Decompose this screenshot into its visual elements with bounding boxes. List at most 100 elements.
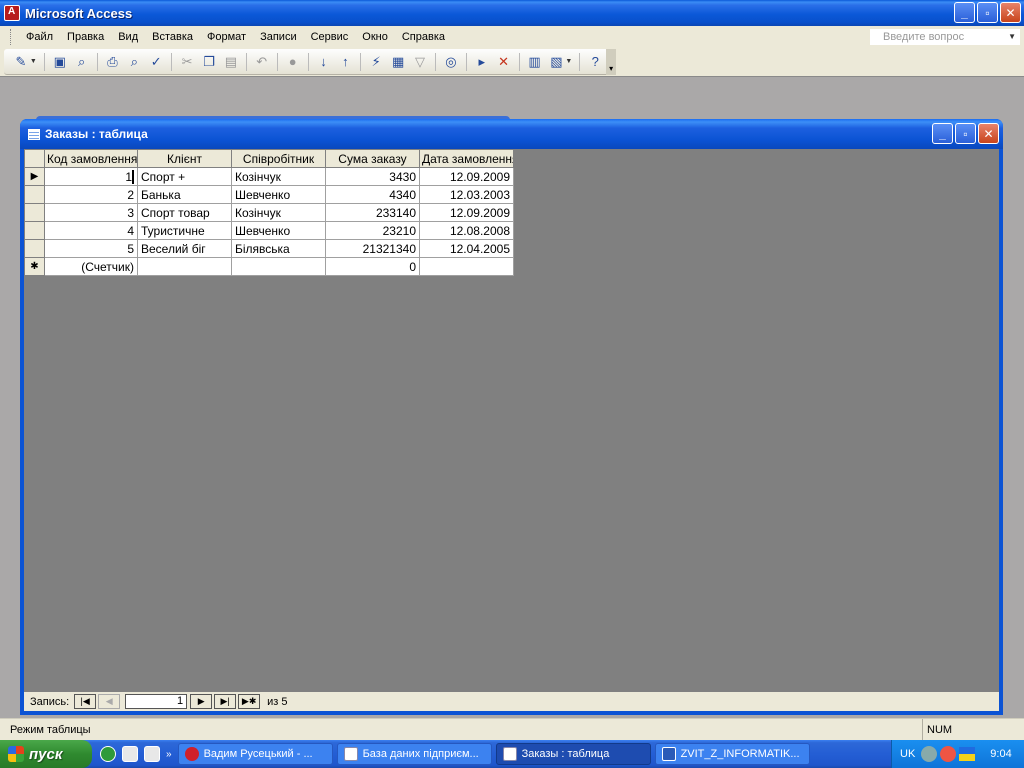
cell-employee[interactable]: Шевченко [231, 221, 326, 240]
app-close-button[interactable]: ✕ [1000, 2, 1021, 23]
menu-insert[interactable]: Вставка [145, 31, 200, 43]
previous-record-button[interactable]: ◀ [98, 694, 121, 709]
record-selector[interactable] [24, 221, 45, 240]
cell-employee[interactable]: Білявська [231, 239, 326, 258]
column-header-client[interactable]: Клієнт [137, 149, 232, 168]
next-record-button[interactable]: ▶ [190, 694, 213, 709]
help-icon[interactable]: ? [585, 52, 605, 72]
cell-employee[interactable]: Шевченко [231, 185, 326, 204]
print-icon[interactable]: ⎙ [103, 52, 123, 72]
cell-client[interactable] [137, 257, 232, 276]
paste-icon[interactable]: ▤ [221, 52, 241, 72]
access-app-icon[interactable] [4, 5, 20, 21]
cell-sum[interactable]: 3430 [325, 167, 420, 186]
new-object-dropdown-icon[interactable]: ▼ [565, 58, 572, 65]
table-row[interactable]: ▶ 1 Спорт + Козінчук 3430 12.09.2009 [24, 167, 514, 186]
cell-sum[interactable]: 233140 [325, 203, 420, 222]
cell-date[interactable]: 12.09.2009 [419, 167, 514, 186]
filter-by-form-icon[interactable]: ▦ [388, 52, 408, 72]
table-minimize-button[interactable]: _ [932, 123, 953, 144]
menu-window[interactable]: Окно [355, 31, 395, 43]
window-icon[interactable] [144, 746, 160, 762]
first-record-button[interactable]: |◀ [74, 694, 97, 709]
cell-order-id-autonumber[interactable]: (Счетчик) [44, 257, 138, 276]
start-button[interactable]: пуск [0, 740, 92, 768]
copy-icon[interactable]: ❐ [199, 52, 219, 72]
column-header-employee[interactable]: Співробітник [231, 149, 326, 168]
new-record-icon[interactable]: ✱ [24, 257, 45, 276]
table-row[interactable]: 2 Банька Шевченко 4340 12.03.2003 [24, 185, 514, 204]
cell-employee[interactable] [231, 257, 326, 276]
menu-file[interactable]: Файл [19, 31, 60, 43]
view-dropdown-icon[interactable]: ▼ [30, 58, 37, 65]
new-record-icon[interactable]: ▸ [472, 52, 492, 72]
record-selector[interactable] [24, 185, 45, 204]
cell-client[interactable]: Спорт товар [137, 203, 232, 222]
cell-employee[interactable]: Козінчук [231, 203, 326, 222]
filter-by-selection-icon[interactable]: ⚡ [366, 52, 386, 72]
app-minimize-button[interactable]: _ [954, 2, 975, 23]
table-icon[interactable] [28, 128, 40, 140]
clock[interactable]: 9:04 [990, 748, 1011, 760]
table-row[interactable]: 3 Спорт товар Козінчук 233140 12.09.2009 [24, 203, 514, 222]
antivirus-icon[interactable] [940, 746, 957, 762]
show-desktop-icon[interactable] [122, 746, 138, 762]
table-window-title-bar[interactable]: Заказы : таблица _ ▫ ✕ [20, 119, 1003, 149]
sort-ascending-icon[interactable]: ↓ [314, 52, 334, 72]
current-record-icon[interactable]: ▶ [24, 167, 45, 186]
cell-client[interactable]: Спорт + [137, 167, 232, 186]
cell-date[interactable]: 12.04.2005 [419, 239, 514, 258]
cell-sum[interactable]: 0 [325, 257, 420, 276]
new-record-row[interactable]: ✱ (Счетчик) 0 [24, 257, 514, 276]
cell-date[interactable] [419, 257, 514, 276]
last-record-button[interactable]: ▶| [214, 694, 237, 709]
print-preview-icon[interactable]: ⌕ [124, 52, 144, 72]
table-close-button[interactable]: ✕ [978, 123, 999, 144]
cell-order-id[interactable]: 3 [44, 203, 138, 222]
cell-date[interactable]: 12.09.2009 [419, 203, 514, 222]
table-row[interactable]: 5 Веселий біг Білявська 21321340 12.04.2… [24, 239, 514, 258]
menu-view[interactable]: Вид [111, 31, 145, 43]
record-selector[interactable] [24, 203, 45, 222]
find-icon[interactable]: ◎ [441, 52, 461, 72]
taskbar-item-word[interactable]: ZVIT_Z_INFORMATIK... [654, 743, 810, 765]
cell-order-id[interactable]: 2 [44, 185, 138, 204]
undo-icon[interactable]: ↶ [252, 52, 272, 72]
save-icon[interactable]: ▣ [50, 52, 70, 72]
apply-filter-icon[interactable]: ▽ [410, 52, 430, 72]
menu-grip[interactable] [10, 29, 13, 45]
cell-sum[interactable]: 21321340 [325, 239, 420, 258]
table-row[interactable]: 4 Туристичне Шевченко 23210 12.08.2008 [24, 221, 514, 240]
app-restore-button[interactable]: ▫ [977, 2, 998, 23]
ask-question-input[interactable]: Введите вопрос ▼ [870, 29, 1020, 45]
sort-descending-icon[interactable]: ↑ [335, 52, 355, 72]
back-arrow-icon[interactable] [921, 746, 938, 762]
utorrent-icon[interactable] [100, 746, 116, 762]
cell-client[interactable]: Туристичне [137, 221, 232, 240]
cell-sum[interactable]: 4340 [325, 185, 420, 204]
ukraine-flag-icon[interactable] [959, 747, 976, 761]
record-number-input[interactable]: 1 [125, 694, 188, 709]
cell-order-id[interactable]: 4 [44, 221, 138, 240]
cell-client[interactable]: Веселий біг [137, 239, 232, 258]
hyperlink-icon[interactable]: ● [283, 52, 303, 72]
cell-date[interactable]: 12.03.2003 [419, 185, 514, 204]
menu-edit[interactable]: Правка [60, 31, 111, 43]
cell-client[interactable]: Банька [137, 185, 232, 204]
search-file-icon[interactable]: ⌕ [72, 52, 92, 72]
select-all-corner[interactable] [24, 149, 45, 168]
cell-order-id[interactable]: 5 [44, 239, 138, 258]
new-record-button[interactable]: ▶✱ [238, 694, 261, 709]
view-icon[interactable]: ✎ [11, 52, 31, 72]
quick-launch-more[interactable]: » [166, 749, 172, 760]
taskbar-item-database[interactable]: База даних підприєм... [336, 743, 492, 765]
menu-help[interactable]: Справка [395, 31, 452, 43]
cell-sum[interactable]: 23210 [325, 221, 420, 240]
language-indicator[interactable]: UK [900, 748, 915, 760]
column-header-order-id[interactable]: Код замовлення [44, 149, 138, 168]
database-window-icon[interactable]: ▥ [525, 52, 545, 72]
record-selector[interactable] [24, 239, 45, 258]
column-header-date[interactable]: Дата замовлення [419, 149, 514, 168]
new-object-icon[interactable]: ▧ [546, 52, 566, 72]
taskbar-item-table[interactable]: Заказы : таблица [495, 743, 651, 765]
